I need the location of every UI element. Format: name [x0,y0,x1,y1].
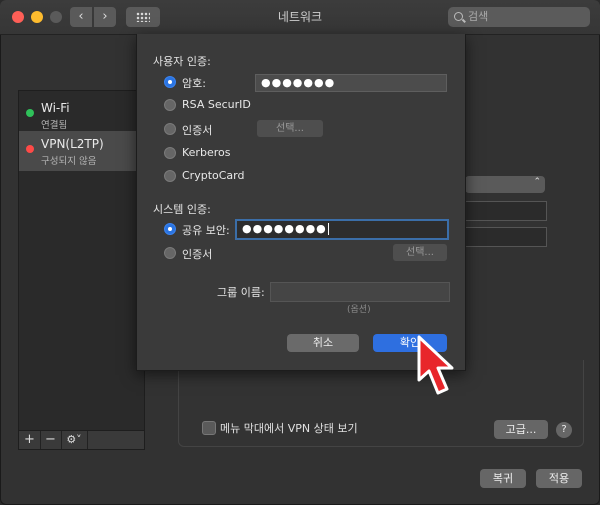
help-button[interactable]: ? [556,422,572,438]
cryptocard-radio[interactable] [164,170,176,182]
search-placeholder: 검색 [468,10,489,23]
group-name-hint: (옵션) [347,305,371,315]
machine-certificate-select-button[interactable]: 선택... [393,244,447,261]
search-field[interactable]: 검색 [448,7,590,27]
authentication-settings-sheet: 사용자 인증: 암호: ●●●●●●● RSA SecurID 인증서 선택..… [136,34,466,371]
group-name-label: 그룹 이름: [217,286,265,299]
machine-certificate-label: 인증서 [182,248,213,261]
remove-service-button[interactable]: − [40,431,62,449]
apply-button[interactable]: 적용 [536,469,582,488]
revert-button[interactable]: 복귀 [480,469,526,488]
password-radio[interactable] [164,76,176,88]
status-dot-icon [26,109,34,117]
machine-certificate-radio[interactable] [164,247,176,259]
rsa-securid-label: RSA SecurID [182,98,251,111]
search-icon [454,12,463,21]
shared-secret-value: ●●●●●●●● [242,222,327,235]
user-auth-heading: 사용자 인증: [153,55,211,68]
network-preferences-window: ‹ › 네트워크 검색 Wi-Fi 연결됨 VPN(L2TP) 구성되지 않음 … [0,0,600,505]
server-address-field[interactable] [465,201,547,221]
user-certificate-radio[interactable] [164,123,176,135]
text-caret [327,223,329,235]
user-certificate-label: 인증서 [182,124,213,137]
group-name-field[interactable] [270,282,450,302]
show-vpn-status-checkbox[interactable] [202,421,216,435]
account-name-field[interactable] [465,227,547,247]
kerberos-label: Kerberos [182,146,231,159]
system-auth-heading: 시스템 인증: [153,203,211,216]
service-item-wifi[interactable]: Wi-Fi 연결됨 [19,95,144,135]
cryptocard-label: CryptoCard [182,169,245,182]
service-toolbar: + − ⚙︎˅ [18,430,145,450]
kerberos-radio[interactable] [164,147,176,159]
service-name: Wi-Fi [41,101,70,115]
service-name: VPN(L2TP) [41,137,104,151]
password-radio-label: 암호: [182,77,206,90]
shared-secret-field[interactable]: ●●●●●●●● [235,219,449,240]
service-item-vpn[interactable]: VPN(L2TP) 구성되지 않음 [19,131,144,171]
gear-icon[interactable]: ⚙︎˅ [61,431,88,449]
advanced-button[interactable]: 고급... [494,420,548,439]
rsa-securid-radio[interactable] [164,99,176,111]
cancel-button[interactable]: 취소 [287,334,359,352]
shared-secret-radio[interactable] [164,223,176,235]
password-field[interactable]: ●●●●●●● [255,74,447,92]
configuration-select[interactable] [465,176,545,193]
add-service-button[interactable]: + [19,431,41,449]
user-certificate-select-button[interactable]: 선택... [257,120,323,137]
shared-secret-label: 공유 보안: [182,224,230,237]
show-vpn-status-label: 메뉴 막대에서 VPN 상태 보기 [220,422,358,435]
status-dot-icon [26,145,34,153]
pointer-cursor-icon [417,335,454,395]
titlebar: ‹ › 네트워크 검색 [0,0,600,35]
service-status: 연결됨 [41,120,68,131]
service-status: 구성되지 않음 [41,156,97,167]
service-list: Wi-Fi 연결됨 VPN(L2TP) 구성되지 않음 [18,90,145,432]
